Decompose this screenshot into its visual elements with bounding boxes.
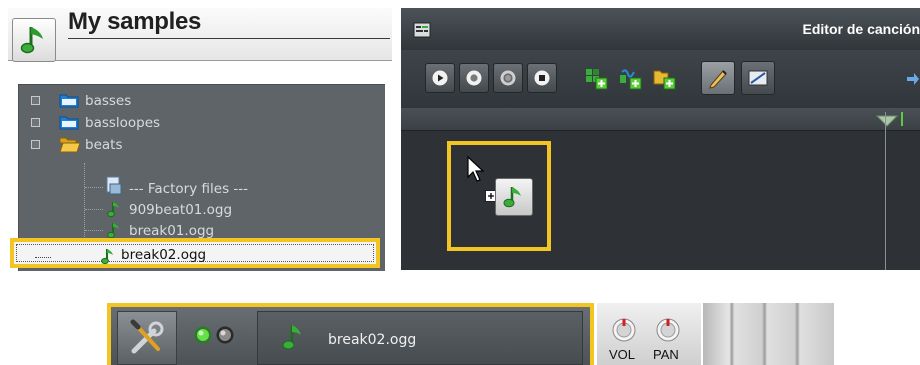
- sample-file-icon: [107, 202, 119, 218]
- play-icon: [432, 70, 448, 86]
- pencil-icon: [709, 70, 727, 89]
- add-sample-track-button[interactable]: [615, 63, 645, 93]
- tree-line: [85, 187, 103, 188]
- tree-item-break02-selected[interactable]: break02.ogg: [10, 238, 380, 268]
- tree-item-label: break01.ogg: [129, 222, 215, 239]
- track-highlight-outline: [107, 303, 594, 365]
- song-editor-icon: [413, 22, 431, 38]
- sample-file-icon: [101, 249, 113, 265]
- track-pattern-area[interactable]: [703, 303, 834, 365]
- tree-item-label: break02.ogg: [121, 247, 207, 263]
- expand-icon[interactable]: [31, 96, 40, 105]
- samples-header: My samples: [8, 8, 392, 62]
- tree-line: [85, 230, 103, 231]
- tree-item-label: 909beat01.ogg: [129, 201, 233, 218]
- window-title: Editor de canción: [802, 21, 920, 37]
- open-folder-icon: [59, 137, 81, 153]
- playhead-line: [885, 112, 886, 270]
- add-beat-bassline-button[interactable]: [581, 63, 611, 93]
- record-while-playing-button[interactable]: [493, 63, 523, 93]
- timeline-ruler[interactable]: [401, 108, 920, 131]
- add-sample-track-icon: [620, 69, 642, 90]
- editor-toolbar: [401, 50, 920, 108]
- stop-icon: [534, 70, 550, 86]
- divider: [68, 38, 390, 39]
- edit-mode-button[interactable]: [741, 61, 775, 95]
- record-button[interactable]: [459, 63, 489, 93]
- folder-icon: [59, 94, 79, 108]
- tree-item-label: bassloopes: [85, 114, 161, 131]
- playhead-marker-icon[interactable]: [875, 114, 899, 128]
- draw-mode-button[interactable]: [701, 61, 735, 95]
- sample-track: break02.ogg VOL PAN: [107, 303, 834, 365]
- play-button[interactable]: [425, 63, 455, 93]
- selection-focus-outline: break02.ogg: [16, 244, 374, 265]
- song-editor-window: Editor de canción: [401, 8, 920, 270]
- volume-knob[interactable]: [611, 317, 637, 343]
- dragged-sample-icon: [495, 178, 533, 216]
- music-note-icon: [503, 187, 521, 208]
- add-automation-track-button[interactable]: [649, 63, 679, 93]
- sample-file-icon: [107, 223, 119, 239]
- pan-label: PAN: [653, 347, 679, 362]
- stop-button[interactable]: [527, 63, 557, 93]
- arrow-right-icon[interactable]: [906, 72, 920, 86]
- loop-marker: [901, 112, 903, 126]
- expand-icon[interactable]: [31, 118, 40, 127]
- add-automation-track-icon: [653, 70, 676, 90]
- tree-item-label: beats: [85, 136, 123, 153]
- window-titlebar[interactable]: Editor de canción: [401, 8, 920, 50]
- pan-knob[interactable]: [655, 317, 681, 343]
- record-while-playing-icon: [500, 70, 516, 86]
- tree-item-label: basses: [85, 92, 132, 109]
- tree-line: [35, 257, 51, 258]
- collapse-icon[interactable]: [31, 140, 40, 149]
- samples-browser: My samples basses bassloopes beats --- F…: [8, 8, 392, 271]
- tree-item-label: --- Factory files ---: [129, 180, 249, 197]
- record-icon: [466, 70, 482, 86]
- factory-files-icon: [106, 176, 122, 195]
- edit-mode-icon: [748, 70, 768, 86]
- track-knobs: VOL PAN: [597, 303, 701, 365]
- add-beat-bassline-icon: [586, 69, 608, 90]
- page-title: My samples: [68, 8, 202, 35]
- tree-line: [85, 209, 103, 210]
- music-note-icon: [12, 18, 56, 62]
- mouse-cursor-icon: [467, 156, 485, 182]
- folder-icon: [59, 116, 79, 130]
- volume-label: VOL: [609, 347, 636, 362]
